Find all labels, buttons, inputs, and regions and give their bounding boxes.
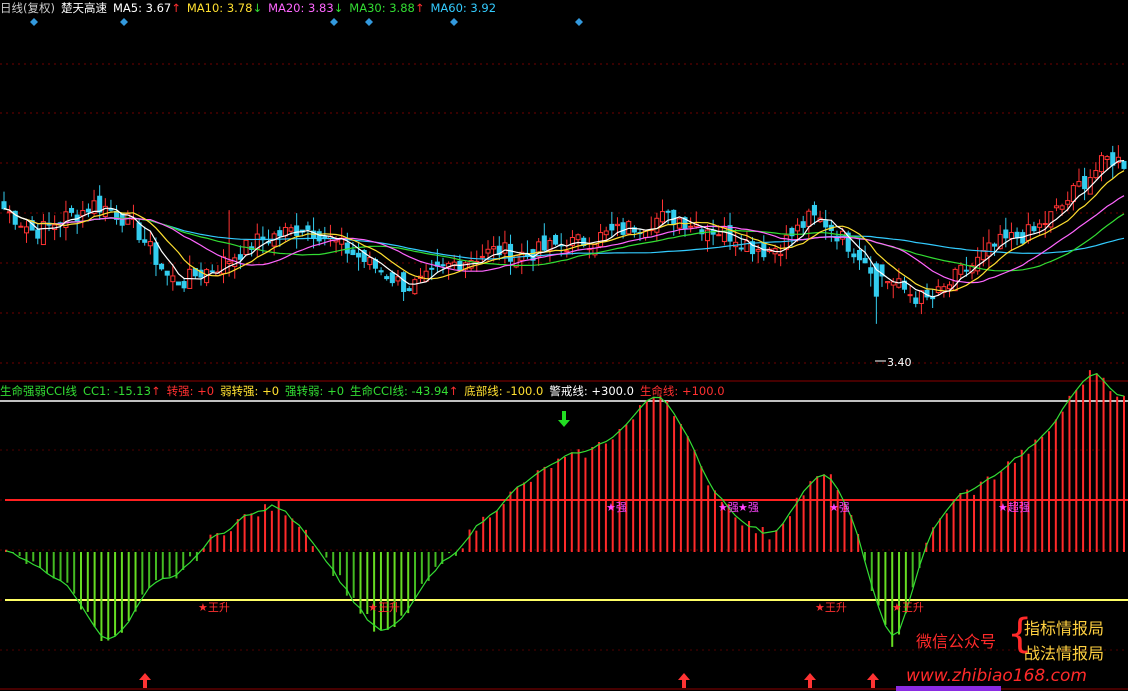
candle	[412, 277, 418, 295]
signal-strong: ★超强	[998, 500, 1030, 514]
indicator-readout: 生命CCI线: -43.94↑	[350, 384, 459, 398]
period-label[interactable]: 日线(复权)	[0, 1, 55, 15]
price-header: 日线(复权) 楚天高速 MA5: 3.67↑ MA10: 3.78↓ MA20: 3.8…	[0, 0, 508, 16]
stock-chart: 3.40 ★王升 ★王升 ★王升 ★王升★强 ★强 ★强 ★强 ★超强	[0, 0, 1128, 691]
watermark-name-2: 战法情报局	[1024, 644, 1105, 663]
candle	[1121, 160, 1127, 170]
signal-rise: ★王升	[892, 601, 924, 614]
signal-strong: ★强	[829, 501, 850, 514]
indicator-readout: 底部线: -100.0	[464, 384, 544, 398]
signal-rise: ★王升	[368, 601, 400, 614]
indicator-readout: 生命线: +100.0	[639, 384, 725, 398]
low-price-label: 3.40	[887, 356, 912, 369]
indicator-readout: 转强: +0	[166, 384, 215, 398]
ma-readout-ma60: MA60: 3.92	[430, 1, 497, 15]
signal-rise: ★王升	[815, 601, 847, 614]
ma-readout-ma5: MA5: 3.67↑	[112, 1, 181, 15]
indicator-readout: 强转弱: +0	[285, 384, 345, 398]
watermark-name-1: 指标情报局	[1024, 619, 1105, 638]
candle	[553, 233, 559, 246]
indicator-readout: CC1: -15.13↑	[82, 384, 161, 398]
ma-readout-ma10: MA10: 3.78↓	[186, 1, 263, 15]
watermark-wechat: 微信公众号	[916, 632, 997, 651]
indicator-name: 生命强弱CCI线	[0, 384, 77, 398]
stock-name: 楚天高速	[60, 1, 107, 15]
indicator-readout: 警戒线: +300.0	[549, 384, 634, 398]
ma-readout-ma20: MA20: 3.83↓	[268, 1, 344, 15]
indicator-header: 生命强弱CCI线 CC1: -15.13↑ 转强: +0 弱转强: +0 强转弱: +0…	[0, 383, 737, 399]
indicator-readout: 弱转强: +0	[220, 384, 280, 398]
candle	[175, 281, 181, 286]
signal-strong: ★强	[738, 501, 759, 514]
candle	[626, 219, 632, 236]
signal-strong: ★强	[718, 501, 739, 514]
signal-strong: ★强	[606, 501, 627, 514]
watermark-url: www.zhibiao168.com	[906, 666, 1087, 686]
signal-rise: ★王升	[198, 601, 230, 614]
ma-readout-ma30: MA30: 3.88↑	[349, 1, 425, 15]
